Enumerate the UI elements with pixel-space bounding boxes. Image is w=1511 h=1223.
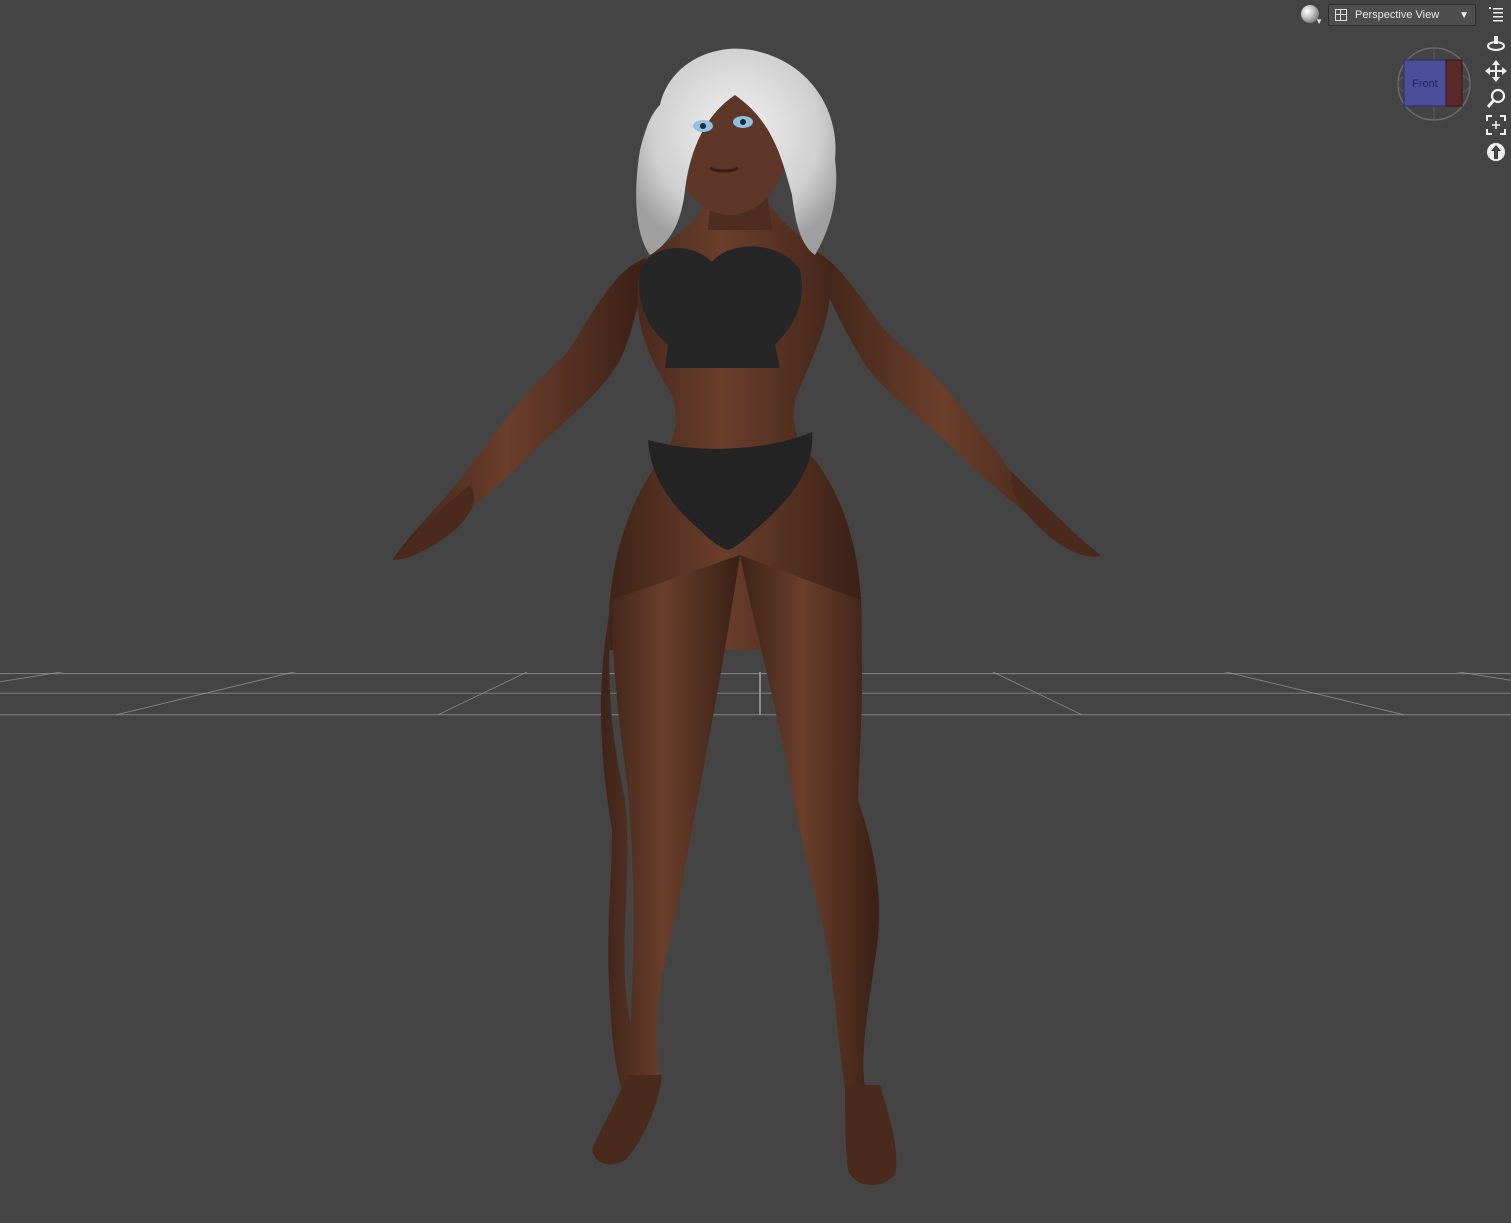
view-name-label: Perspective View <box>1355 9 1440 21</box>
reset-view-button[interactable] <box>1484 140 1508 164</box>
viewport-toolbar: ▼ Perspective View ▼ <box>1298 2 1476 28</box>
frame-icon <box>1486 115 1506 135</box>
pan-icon <box>1485 60 1507 82</box>
zoom-button[interactable] <box>1484 86 1508 110</box>
view-cube-side-face[interactable] <box>1445 59 1463 107</box>
left-hand <box>393 485 475 559</box>
zoom-icon <box>1486 88 1506 108</box>
figure-model[interactable] <box>393 48 1100 1186</box>
view-cube-front-label: Front <box>1412 78 1438 90</box>
pan-button[interactable] <box>1484 59 1508 83</box>
chevron-down-icon: ▼ <box>1459 9 1469 21</box>
right-leg[interactable] <box>740 555 879 1090</box>
viewport-menu-button[interactable] <box>1486 4 1506 24</box>
view-cube[interactable]: Front <box>1396 46 1472 122</box>
camera-tools <box>1484 32 1508 167</box>
scene-canvas[interactable] <box>0 0 1511 1223</box>
chevron-down-icon: ▼ <box>1315 17 1323 26</box>
left-foot <box>592 1075 662 1165</box>
viewport-layout-icon <box>1335 9 1347 21</box>
right-arm[interactable] <box>812 250 1100 556</box>
right-foot <box>845 1085 897 1186</box>
draw-style-button[interactable]: ▼ <box>1298 3 1324 27</box>
left-leg[interactable] <box>601 555 740 1100</box>
view-selector-dropdown[interactable]: Perspective View ▼ <box>1328 4 1476 26</box>
frame-button[interactable] <box>1484 113 1508 137</box>
orbit-icon <box>1487 36 1505 51</box>
left-arm[interactable] <box>393 258 646 560</box>
viewport-menu-icon <box>1489 7 1503 22</box>
orbit-button[interactable] <box>1484 32 1508 56</box>
3d-viewport[interactable]: ▼ Perspective View ▼ Front <box>0 0 1511 1223</box>
reset-view-icon <box>1487 143 1505 161</box>
